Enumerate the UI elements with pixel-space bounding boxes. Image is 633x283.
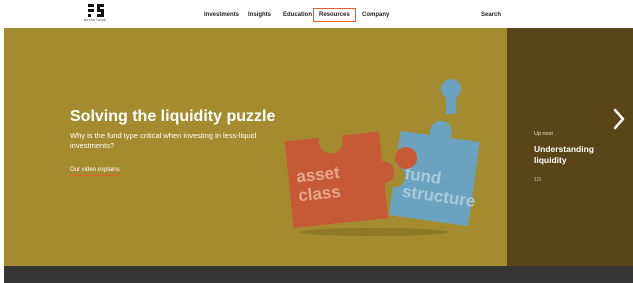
up-next-title[interactable]: Understanding liquidity [534, 144, 614, 166]
page: BRAND NAME Investments Insights Educatio… [0, 0, 633, 283]
nav-insights[interactable]: Insights [248, 12, 271, 18]
hero-title: Solving the liquidity puzzle [70, 108, 276, 125]
site-header: BRAND NAME Investments Insights Educatio… [0, 0, 633, 28]
logo-mark-icon [88, 4, 104, 17]
bottom-bar [4, 266, 633, 283]
up-next-panel[interactable]: Up next Understanding liquidity 1/3 [507, 28, 633, 266]
nav-education[interactable]: Education [283, 12, 312, 18]
puzzle-illustration: fund structure asset class [284, 79, 480, 236]
slide-counter: 1/3 [534, 177, 541, 183]
logo-subtext: BRAND NAME [84, 18, 107, 22]
nav-resources[interactable]: Resources [313, 8, 356, 22]
nav-investments[interactable]: Investments [204, 12, 239, 18]
search-link[interactable]: Search [481, 12, 501, 18]
brand-logo[interactable]: BRAND NAME [84, 4, 108, 24]
hero-banner: fund structure asset class Solving the l… [4, 28, 507, 266]
nav-company[interactable]: Company [362, 12, 389, 18]
page-left-edge [0, 28, 4, 283]
hero-video-link[interactable]: Our video explains [70, 167, 120, 176]
up-next-label: Up next [534, 131, 553, 137]
hero-description: Why is the fund type critical when inves… [70, 131, 257, 150]
chevron-right-icon[interactable] [612, 108, 626, 130]
